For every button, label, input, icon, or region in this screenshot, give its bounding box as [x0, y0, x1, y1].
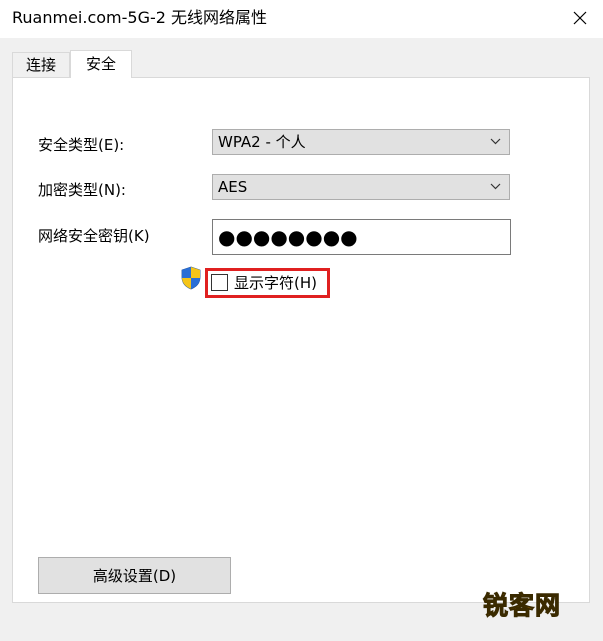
- security-type-dropdown[interactable]: WPA2 - 个人: [212, 129, 510, 155]
- chevron-down-icon: [490, 138, 501, 145]
- security-type-value: WPA2 - 个人: [218, 133, 306, 151]
- close-button[interactable]: [557, 0, 603, 36]
- encryption-type-value: AES: [218, 178, 248, 196]
- tab-connection[interactable]: 连接: [12, 52, 70, 77]
- close-icon: [573, 11, 587, 25]
- shield-icon: [181, 266, 201, 290]
- show-characters-label[interactable]: 显示字符(H): [234, 273, 317, 293]
- security-type-label: 安全类型(E):: [38, 136, 125, 154]
- encryption-type-label: 加密类型(N):: [38, 181, 126, 199]
- wireless-properties-dialog: Ruanmei.com-5G-2 无线网络属性 连接 安全 安全类型(E): W…: [0, 0, 603, 641]
- chevron-down-icon: [490, 183, 501, 190]
- tab-security[interactable]: 安全: [70, 50, 132, 78]
- encryption-type-dropdown[interactable]: AES: [212, 174, 510, 200]
- network-key-label: 网络安全密钥(K): [38, 227, 150, 245]
- watermark-logo: 锐客网: [482, 591, 561, 621]
- show-characters-checkbox[interactable]: [211, 274, 228, 291]
- title-bar: Ruanmei.com-5G-2 无线网络属性: [0, 0, 603, 38]
- network-key-input[interactable]: ●●●●●●●●: [212, 219, 511, 255]
- advanced-settings-button[interactable]: 高级设置(D): [38, 557, 231, 594]
- security-tab-panel: [12, 77, 590, 603]
- network-key-value: ●●●●●●●●: [218, 225, 358, 249]
- window-title: Ruanmei.com-5G-2 无线网络属性: [12, 8, 268, 27]
